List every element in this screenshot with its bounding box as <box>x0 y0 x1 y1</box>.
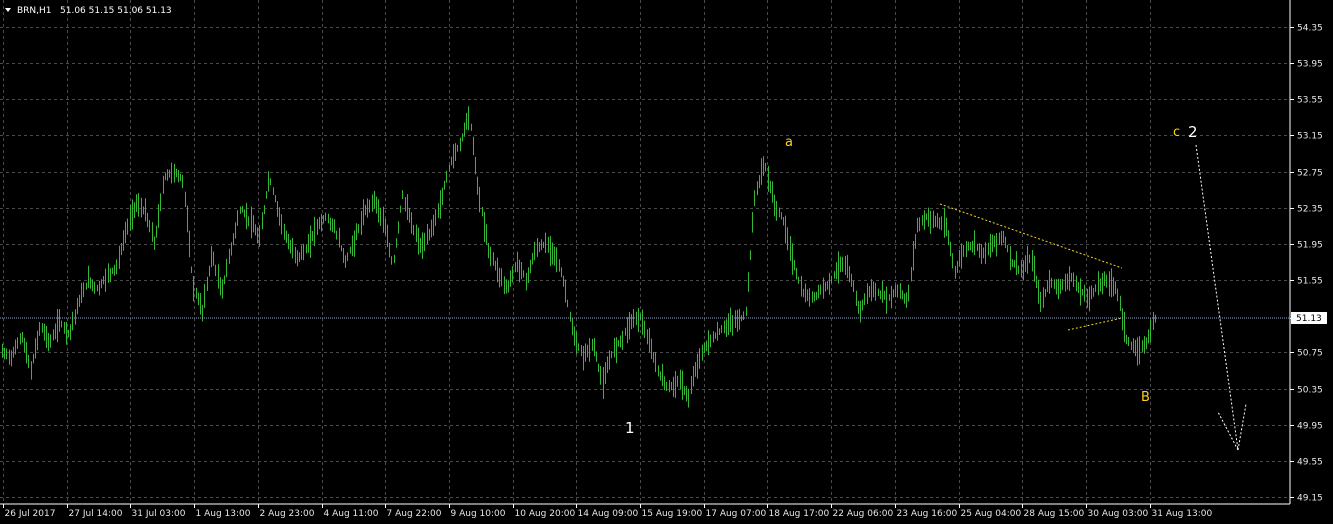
x-tick-label: 22 Aug 06:00 <box>833 509 894 519</box>
y-tick-label: 51.95 <box>1297 241 1323 251</box>
x-tick-label: 18 Aug 17:00 <box>769 509 830 519</box>
x-tick-label: 25 Aug 04:00 <box>961 509 1022 519</box>
wave-label-b: B <box>1141 390 1150 405</box>
x-tick-label: 15 Aug 19:00 <box>642 509 703 519</box>
x-tick-label: 30 Aug 03:00 <box>1088 509 1149 519</box>
y-tick-label: 52.35 <box>1297 205 1323 215</box>
ohlc-values: 51.06 51.15 51.06 51.13 <box>60 6 172 16</box>
wave-label-a: a <box>785 135 793 150</box>
x-tick-label: 27 Jul 14:00 <box>69 509 123 519</box>
y-tick-label: 53.95 <box>1297 60 1323 70</box>
symbol-label[interactable]: BRN,H1 <box>17 6 52 16</box>
y-tick-label: 50.35 <box>1297 386 1323 396</box>
y-tick-label: 49.55 <box>1297 458 1323 468</box>
x-tick-label: 31 Aug 13:00 <box>1152 509 1213 519</box>
x-tick-label: 9 Aug 10:00 <box>451 509 506 519</box>
x-tick-label: 17 Aug 07:00 <box>706 509 767 519</box>
price-chart[interactable]: 54.35 53.95 53.55 53.15 52.75 52.35 51.95 51.55… <box>0 0 1333 524</box>
chart-background <box>0 0 1333 524</box>
current-price-label: 51.13 <box>1296 314 1322 324</box>
wave-label-c: c <box>1173 125 1180 140</box>
y-tick-label: 54.35 <box>1297 24 1323 34</box>
y-tick-label: 49.95 <box>1297 422 1323 432</box>
y-tick-label: 53.15 <box>1297 132 1323 142</box>
y-tick-label: 50.75 <box>1297 349 1323 359</box>
x-tick-label: 23 Aug 16:00 <box>897 509 958 519</box>
x-tick-label: 10 Aug 20:00 <box>515 509 576 519</box>
y-tick-label: 52.75 <box>1297 169 1323 179</box>
x-tick-label: 4 Aug 11:00 <box>324 509 379 519</box>
x-tick-label: 26 Jul 2017 <box>5 509 56 519</box>
x-tick-label: 7 Aug 22:00 <box>387 509 442 519</box>
x-tick-label: 31 Jul 03:00 <box>132 509 186 519</box>
x-tick-label: 28 Aug 15:00 <box>1024 509 1085 519</box>
y-tick-label: 49.15 <box>1297 494 1323 504</box>
x-tick-label: 14 Aug 09:00 <box>578 509 639 519</box>
x-tick-label: 1 Aug 13:00 <box>196 509 251 519</box>
wave-label-1: 1 <box>625 419 635 437</box>
y-tick-label: 51.55 <box>1297 277 1323 287</box>
wave-label-2: 2 <box>1188 123 1198 141</box>
x-tick-label: 2 Aug 23:00 <box>260 509 315 519</box>
y-tick-label: 53.55 <box>1297 96 1323 106</box>
